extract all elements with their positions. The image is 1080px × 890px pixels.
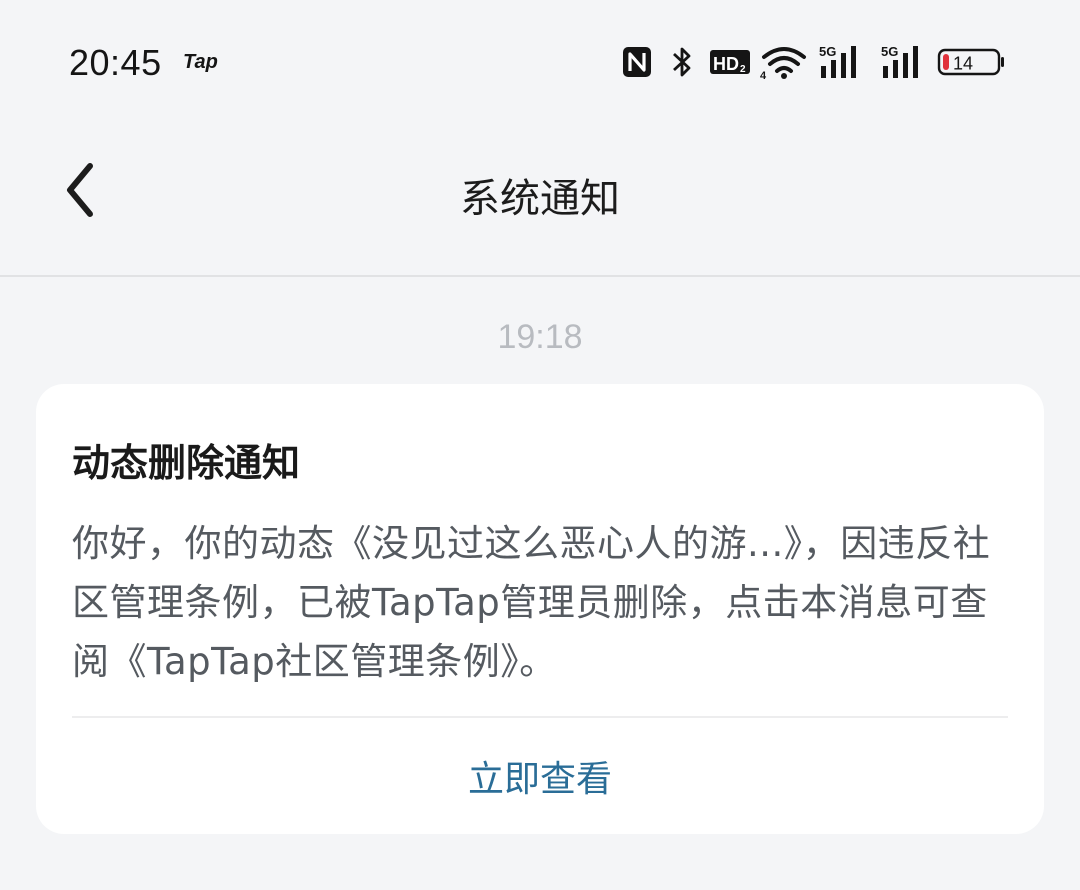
network-label-2: 5G bbox=[881, 44, 898, 59]
battery-icon: 14 bbox=[936, 47, 1006, 77]
notification-screen: 20:45 Tap HD 2 4 5G 5G 14 系统通知 19:18 动态删… bbox=[0, 0, 1080, 890]
view-now-button[interactable]: 立即查看 bbox=[36, 750, 1044, 802]
divider bbox=[72, 716, 1008, 718]
status-icons: HD 2 4 5G 5G 14 bbox=[614, 40, 1006, 84]
notification-card[interactable]: 动态删除通知 你好，你的动态《没见过这么恶心人的游...》，因违反社区管理条例，… bbox=[36, 384, 1044, 834]
status-time: 20:45 bbox=[69, 42, 162, 83]
signal-5g-icon-2: 5G bbox=[874, 44, 936, 80]
bluetooth-icon bbox=[660, 45, 704, 79]
wifi-icon: 4 bbox=[756, 44, 812, 80]
signal-5g-icon: 5G bbox=[812, 44, 874, 80]
message-timestamp: 19:18 bbox=[497, 318, 583, 356]
notification-title: 动态删除通知 bbox=[72, 441, 301, 485]
page-title: 系统通知 bbox=[460, 176, 620, 222]
hd-icon: HD 2 bbox=[704, 47, 756, 77]
svg-text:4: 4 bbox=[760, 70, 767, 80]
notification-body: 你好，你的动态《没见过这么恶心人的游...》，因违反社区管理条例，已被TapTa… bbox=[72, 522, 991, 683]
status-bar: 20:45 Tap HD 2 4 5G 5G 14 bbox=[0, 0, 1080, 120]
battery-level: 14 bbox=[953, 54, 973, 74]
header: 系统通知 bbox=[0, 120, 1080, 277]
hd-label: HD bbox=[713, 54, 739, 74]
tap-app-indicator: Tap bbox=[183, 51, 218, 73]
hd-sub: 2 bbox=[740, 64, 746, 75]
nfc-icon bbox=[614, 45, 660, 79]
network-label-1: 5G bbox=[819, 44, 836, 59]
